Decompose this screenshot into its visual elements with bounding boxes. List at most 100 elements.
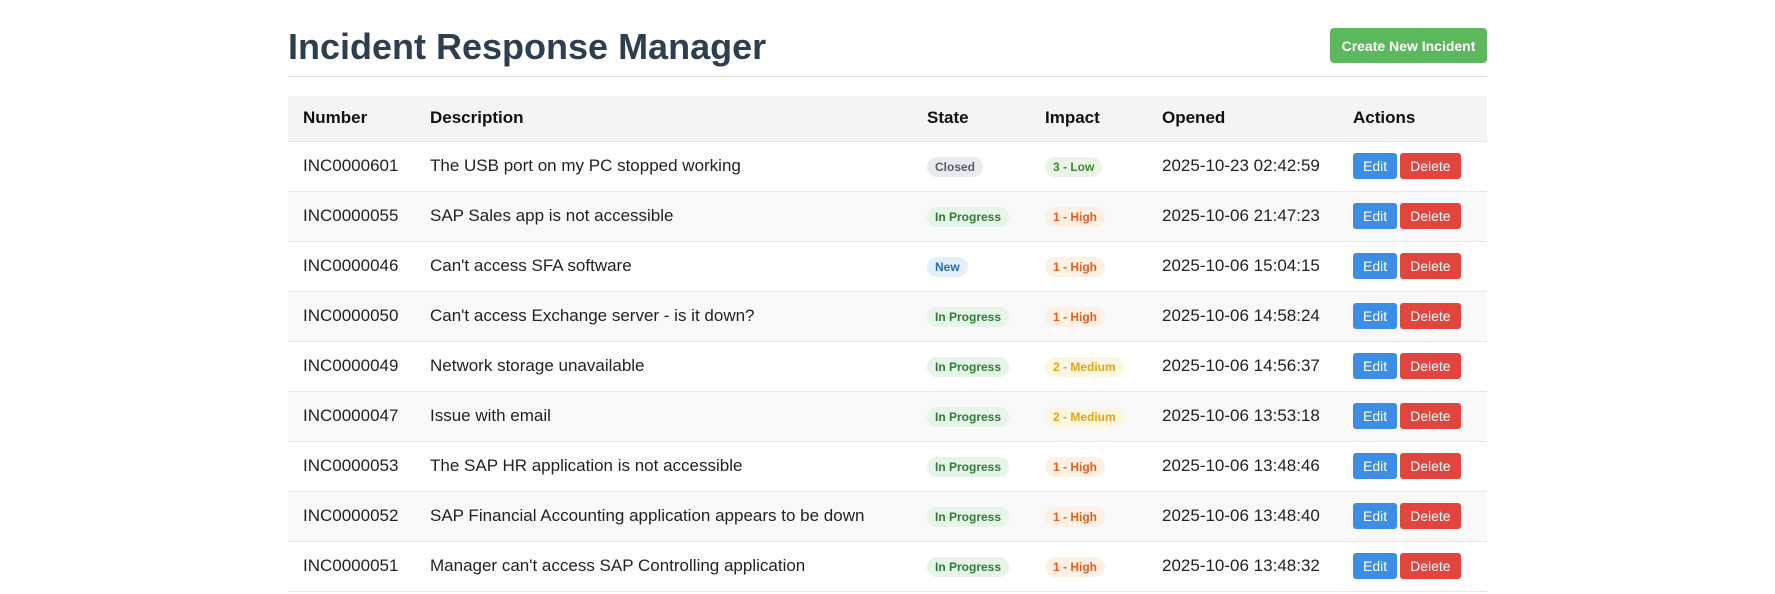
delete-button[interactable]: Delete: [1400, 403, 1461, 429]
impact-badge: 1 - High: [1045, 456, 1105, 477]
edit-button[interactable]: Edit: [1353, 453, 1398, 479]
column-header-actions: Actions: [1338, 96, 1487, 142]
column-header-impact[interactable]: Impact: [1030, 96, 1147, 142]
state-badge: In Progress: [927, 306, 1010, 327]
edit-button[interactable]: Edit: [1353, 253, 1398, 279]
incident-description: SAP Financial Accounting application app…: [430, 506, 865, 525]
impact-badge: 1 - High: [1045, 256, 1105, 277]
incident-number: INC0000050: [303, 306, 399, 325]
incident-number: INC0000601: [303, 156, 399, 175]
table-row[interactable]: INC0000047 Issue with email In Progress 2 -…: [288, 391, 1487, 441]
incident-description: Network storage unavailable: [430, 356, 645, 375]
column-header-number[interactable]: Number: [288, 96, 415, 142]
incident-impact-cell: 1 - High: [1030, 241, 1147, 291]
incident-opened: 2025-10-06 13:48:46: [1162, 456, 1320, 475]
incident-opened: 2025-10-06 13:48:40: [1162, 506, 1320, 525]
incident-impact-cell: 1 - High: [1030, 291, 1147, 341]
incident-opened: 2025-10-06 14:56:37: [1162, 356, 1320, 375]
delete-button[interactable]: Delete: [1400, 153, 1461, 179]
state-badge: In Progress: [927, 406, 1010, 427]
incident-state-cell: In Progress: [912, 491, 1030, 541]
table-row[interactable]: INC0000052 SAP Financial Accounting appli…: [288, 491, 1487, 541]
delete-button[interactable]: Delete: [1400, 203, 1461, 229]
incident-opened: 2025-10-06 13:53:18: [1162, 406, 1320, 425]
incident-state-cell: In Progress: [912, 541, 1030, 591]
table-row[interactable]: INC0000053 The SAP HR application is not …: [288, 441, 1487, 491]
state-badge: New: [927, 256, 968, 277]
impact-badge: 1 - High: [1045, 556, 1105, 577]
edit-button[interactable]: Edit: [1353, 553, 1398, 579]
table-row[interactable]: INC0000050 Can't access Exchange server -…: [288, 291, 1487, 341]
incident-opened: 2025-10-06 14:58:24: [1162, 306, 1320, 325]
edit-button[interactable]: Edit: [1353, 403, 1398, 429]
column-header-description[interactable]: Description: [415, 96, 912, 142]
edit-button[interactable]: Edit: [1353, 303, 1398, 329]
edit-button[interactable]: Edit: [1353, 203, 1398, 229]
incident-description: The USB port on my PC stopped working: [430, 156, 741, 175]
incident-state-cell: In Progress: [912, 391, 1030, 441]
state-badge: In Progress: [927, 506, 1010, 527]
incident-state-cell: In Progress: [912, 291, 1030, 341]
delete-button[interactable]: Delete: [1400, 353, 1461, 379]
app-container: Incident Response Manager Create New Inc…: [288, 0, 1487, 591]
incident-impact-cell: 2 - Medium: [1030, 391, 1147, 441]
incident-opened: 2025-10-23 02:42:59: [1162, 156, 1320, 175]
impact-badge: 1 - High: [1045, 306, 1105, 327]
incident-number: INC0000047: [303, 406, 399, 425]
incident-impact-cell: 1 - High: [1030, 441, 1147, 491]
incident-number: INC0000055: [303, 206, 399, 225]
edit-button[interactable]: Edit: [1353, 503, 1398, 529]
incident-impact-cell: 1 - High: [1030, 541, 1147, 591]
incident-number: INC0000052: [303, 506, 399, 525]
table-row[interactable]: INC0000051 Manager can't access SAP Contr…: [288, 541, 1487, 591]
table-row[interactable]: INC0000055 SAP Sales app is not accessibl…: [288, 191, 1487, 241]
incident-description: Issue with email: [430, 406, 551, 425]
state-badge: In Progress: [927, 456, 1010, 477]
incidents-table: Number Description State Impact Opened A…: [288, 96, 1487, 592]
incident-actions-cell: Edit Delete: [1338, 391, 1487, 441]
incident-number: INC0000053: [303, 456, 399, 475]
incident-state-cell: In Progress: [912, 191, 1030, 241]
impact-badge: 1 - High: [1045, 206, 1105, 227]
page-title: Incident Response Manager: [288, 26, 767, 67]
incident-state-cell: New: [912, 241, 1030, 291]
delete-button[interactable]: Delete: [1400, 553, 1461, 579]
edit-button[interactable]: Edit: [1353, 353, 1398, 379]
delete-button[interactable]: Delete: [1400, 253, 1461, 279]
impact-badge: 1 - High: [1045, 506, 1105, 527]
incident-actions-cell: Edit Delete: [1338, 341, 1487, 391]
column-header-opened[interactable]: Opened: [1147, 96, 1338, 142]
incident-opened: 2025-10-06 21:47:23: [1162, 206, 1320, 225]
incident-actions-cell: Edit Delete: [1338, 241, 1487, 291]
table-row[interactable]: INC0000601 The USB port on my PC stopped …: [288, 141, 1487, 191]
delete-button[interactable]: Delete: [1400, 503, 1461, 529]
incident-actions-cell: Edit Delete: [1338, 491, 1487, 541]
incident-impact-cell: 2 - Medium: [1030, 341, 1147, 391]
incident-impact-cell: 1 - High: [1030, 191, 1147, 241]
create-new-incident-button[interactable]: Create New Incident: [1330, 28, 1487, 63]
incident-actions-cell: Edit Delete: [1338, 541, 1487, 591]
incident-impact-cell: 1 - High: [1030, 491, 1147, 541]
page-header: Incident Response Manager Create New Inc…: [288, 0, 1487, 77]
state-badge: In Progress: [927, 356, 1010, 377]
incident-actions-cell: Edit Delete: [1338, 441, 1487, 491]
incident-state-cell: In Progress: [912, 341, 1030, 391]
table-row[interactable]: INC0000046 Can't access SFA software New 1 …: [288, 241, 1487, 291]
delete-button[interactable]: Delete: [1400, 303, 1461, 329]
incident-impact-cell: 3 - Low: [1030, 141, 1147, 191]
incident-description: SAP Sales app is not accessible: [430, 206, 674, 225]
column-header-state[interactable]: State: [912, 96, 1030, 142]
table-header-row: Number Description State Impact Opened A…: [288, 96, 1487, 142]
edit-button[interactable]: Edit: [1353, 153, 1398, 179]
incident-description: Can't access Exchange server - is it dow…: [430, 306, 755, 325]
incident-state-cell: In Progress: [912, 441, 1030, 491]
incident-number: INC0000046: [303, 256, 399, 275]
delete-button[interactable]: Delete: [1400, 453, 1461, 479]
state-badge: Closed: [927, 156, 984, 177]
impact-badge: 3 - Low: [1045, 156, 1103, 177]
incident-description: Can't access SFA software: [430, 256, 632, 275]
incident-actions-cell: Edit Delete: [1338, 191, 1487, 241]
incident-description: Manager can't access SAP Controlling app…: [430, 556, 806, 575]
incident-opened: 2025-10-06 15:04:15: [1162, 256, 1320, 275]
table-row[interactable]: INC0000049 Network storage unavailable In …: [288, 341, 1487, 391]
